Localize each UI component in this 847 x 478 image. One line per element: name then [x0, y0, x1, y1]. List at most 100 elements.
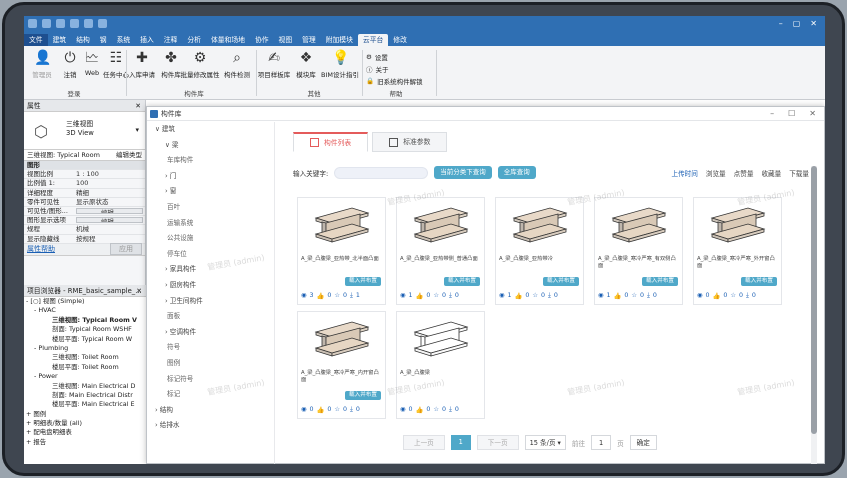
scrollbar[interactable] [811, 166, 817, 464]
like-icon[interactable]: 👍 [317, 406, 325, 414]
component-card[interactable]: A_梁_凸腹梁_亚热带_北半面凸面 载入并布置 ◉ 3 👍 0 ☆ 0 ⤓ 1 [297, 197, 386, 305]
instance-selector[interactable]: 三维视图: Typical Room 编辑类型 [24, 150, 145, 161]
tree-item[interactable]: - Plumbing [24, 344, 146, 353]
category-item[interactable]: › 给排水 [147, 418, 274, 434]
download-icon[interactable]: ⤓ [647, 292, 650, 300]
tab-standard-params[interactable]: 标准参数 [372, 132, 448, 152]
tab-2[interactable]: 结构 [71, 34, 95, 46]
download-icon[interactable]: ⤓ [746, 292, 749, 300]
tree-item[interactable]: 楼层平面: Main Electrical E [24, 400, 146, 409]
batch-edit-button[interactable]: ⚙ 批量修改属性 [180, 50, 220, 79]
download-icon[interactable]: ⤓ [350, 292, 353, 300]
component-card[interactable]: A_梁_凸腹梁_寒冷严寒_有双侧凸面 载入并布置 ◉ 1 👍 0 ☆ 0 ⤓ 0 [594, 197, 683, 305]
tab-4[interactable]: 系统 [112, 34, 136, 46]
edit-button[interactable]: 编辑... [76, 217, 143, 224]
like-icon[interactable]: 👍 [416, 292, 424, 300]
sort-option[interactable]: 收藏量 [761, 168, 781, 178]
quick-access-toolbar[interactable] [28, 19, 107, 28]
tab-6[interactable]: 注释 [159, 34, 183, 46]
unlock-item[interactable]: 🔒 旧系统构件解锁 [366, 76, 423, 86]
edit-button[interactable]: 编辑... [76, 207, 143, 215]
goto-input[interactable]: 1 [591, 435, 612, 450]
close-icon[interactable]: ✕ [810, 19, 817, 28]
category-item[interactable]: ∨ 梁 [147, 138, 274, 154]
tree-item[interactable]: - HVAC [24, 306, 146, 315]
tab-0[interactable]: 文件 [24, 34, 48, 46]
tab-8[interactable]: 体量和场地 [206, 34, 250, 46]
sort-option[interactable]: 浏览量 [706, 168, 726, 178]
maximize-icon[interactable]: ▢ [793, 19, 801, 28]
eye-icon[interactable]: ◉ [301, 406, 307, 414]
page-size-select[interactable]: 15 条/页 ▾ [524, 435, 566, 450]
star-icon[interactable]: ☆ [433, 406, 439, 414]
like-icon[interactable]: 👍 [416, 406, 424, 414]
category-item[interactable]: › 家具构件 [147, 262, 274, 278]
star-icon[interactable]: ☆ [334, 406, 340, 414]
download-icon[interactable]: ⤓ [548, 292, 551, 300]
close-icon[interactable]: ✕ [136, 285, 142, 297]
component-card[interactable]: A_梁_凸腹梁_亚热带冷 载入并布置 ◉ 1 👍 0 ☆ 0 ⤓ 0 [495, 197, 584, 305]
tree-item[interactable]: + 明细表/数量 (all) [24, 419, 146, 428]
category-item[interactable]: 百叶 [147, 200, 274, 216]
current-page[interactable]: 1 [450, 435, 471, 450]
component-thumbnail[interactable] [708, 204, 768, 248]
download-icon[interactable]: ⤓ [449, 292, 452, 300]
component-thumbnail[interactable] [312, 204, 372, 248]
warehouse-apply-button[interactable]: ✚ 入库申请 [126, 50, 158, 79]
category-item[interactable]: › 结构 [147, 403, 274, 419]
tree-item[interactable]: - [○] 视图 (Simple) [24, 297, 146, 306]
sort-option[interactable]: 点赞量 [734, 168, 754, 178]
tree-item[interactable]: 楼层平面: Toilet Room [24, 363, 146, 372]
component-thumbnail[interactable] [312, 318, 372, 362]
category-item[interactable]: › 卫生间构件 [147, 294, 274, 310]
apply-button[interactable]: 应用 [110, 243, 142, 256]
window-controls[interactable]: – ▢ ✕ [779, 19, 817, 28]
download-icon[interactable]: ⤓ [449, 406, 452, 414]
tree-item[interactable]: 三维视图: Typical Room V [24, 316, 146, 325]
tab-3[interactable]: 钢 [95, 34, 112, 46]
load-place-button[interactable]: 载入并布置 [345, 391, 381, 400]
load-place-button[interactable]: 载入并布置 [741, 277, 777, 286]
load-place-button[interactable]: 载入并布置 [444, 277, 480, 286]
like-icon[interactable]: 👍 [317, 292, 325, 300]
bim-guide-button[interactable]: 💡 BIM设计指引 [320, 50, 360, 79]
tab-10[interactable]: 视图 [274, 34, 298, 46]
chevron-down-icon[interactable]: ▾ [135, 126, 139, 134]
component-card[interactable]: A_梁_凸腹梁_亚热带侧_普通凸面 载入并布置 ◉ 1 👍 0 ☆ 0 ⤓ 0 [396, 197, 485, 305]
tree-item[interactable]: + 配电盘明细表 [24, 428, 146, 437]
category-item[interactable]: 标记符号 [147, 372, 274, 388]
load-place-button[interactable]: 载入并布置 [543, 277, 579, 286]
like-icon[interactable]: 👍 [713, 292, 721, 300]
star-icon[interactable]: ☆ [730, 292, 736, 300]
like-icon[interactable]: 👍 [614, 292, 622, 300]
tree-item[interactable]: 三维视图: Toilet Room [24, 353, 146, 362]
prev-page-button[interactable]: 上一页 [403, 435, 445, 450]
tab-9[interactable]: 协作 [250, 34, 274, 46]
component-thumbnail[interactable] [510, 204, 570, 248]
category-item[interactable]: 图例 [147, 356, 274, 372]
category-item[interactable]: 公共设施 [147, 231, 274, 247]
load-place-button[interactable]: 载入并布置 [642, 277, 678, 286]
tab-component-list[interactable]: 构件列表 [293, 132, 369, 152]
eye-icon[interactable]: ◉ [598, 292, 604, 300]
component-card[interactable]: A_梁_凸腹梁_寒冷严寒_外开窗凸面 载入并布置 ◉ 0 👍 0 ☆ 0 ⤓ 0 [693, 197, 782, 305]
eye-icon[interactable]: ◉ [400, 292, 406, 300]
category-item[interactable]: › 空调构件 [147, 325, 274, 341]
category-item[interactable]: › 窗 [147, 184, 274, 200]
tree-item[interactable]: 剖面: Main Electrical Distr [24, 391, 146, 400]
component-check-button[interactable]: ⌕ 构件检测 [220, 50, 254, 79]
download-icon[interactable]: ⤓ [350, 406, 353, 414]
star-icon[interactable]: ☆ [433, 292, 439, 300]
eye-icon[interactable]: ◉ [400, 406, 406, 414]
tab-14[interactable]: 修改 [388, 34, 412, 46]
category-item[interactable]: › 厨房构件 [147, 278, 274, 294]
tab-1[interactable]: 建筑 [48, 34, 72, 46]
star-icon[interactable]: ☆ [532, 292, 538, 300]
category-item[interactable]: › 门 [147, 169, 274, 185]
tree-item[interactable]: 楼层平面: Typical Room W [24, 335, 146, 344]
category-item[interactable]: 停车位 [147, 247, 274, 263]
tree-item[interactable]: 三维视图: Main Electrical D [24, 382, 146, 391]
search-all-button[interactable]: 全库查询 [497, 166, 536, 179]
close-icon[interactable]: ✕ [135, 100, 141, 112]
tab-11[interactable]: 管理 [297, 34, 321, 46]
